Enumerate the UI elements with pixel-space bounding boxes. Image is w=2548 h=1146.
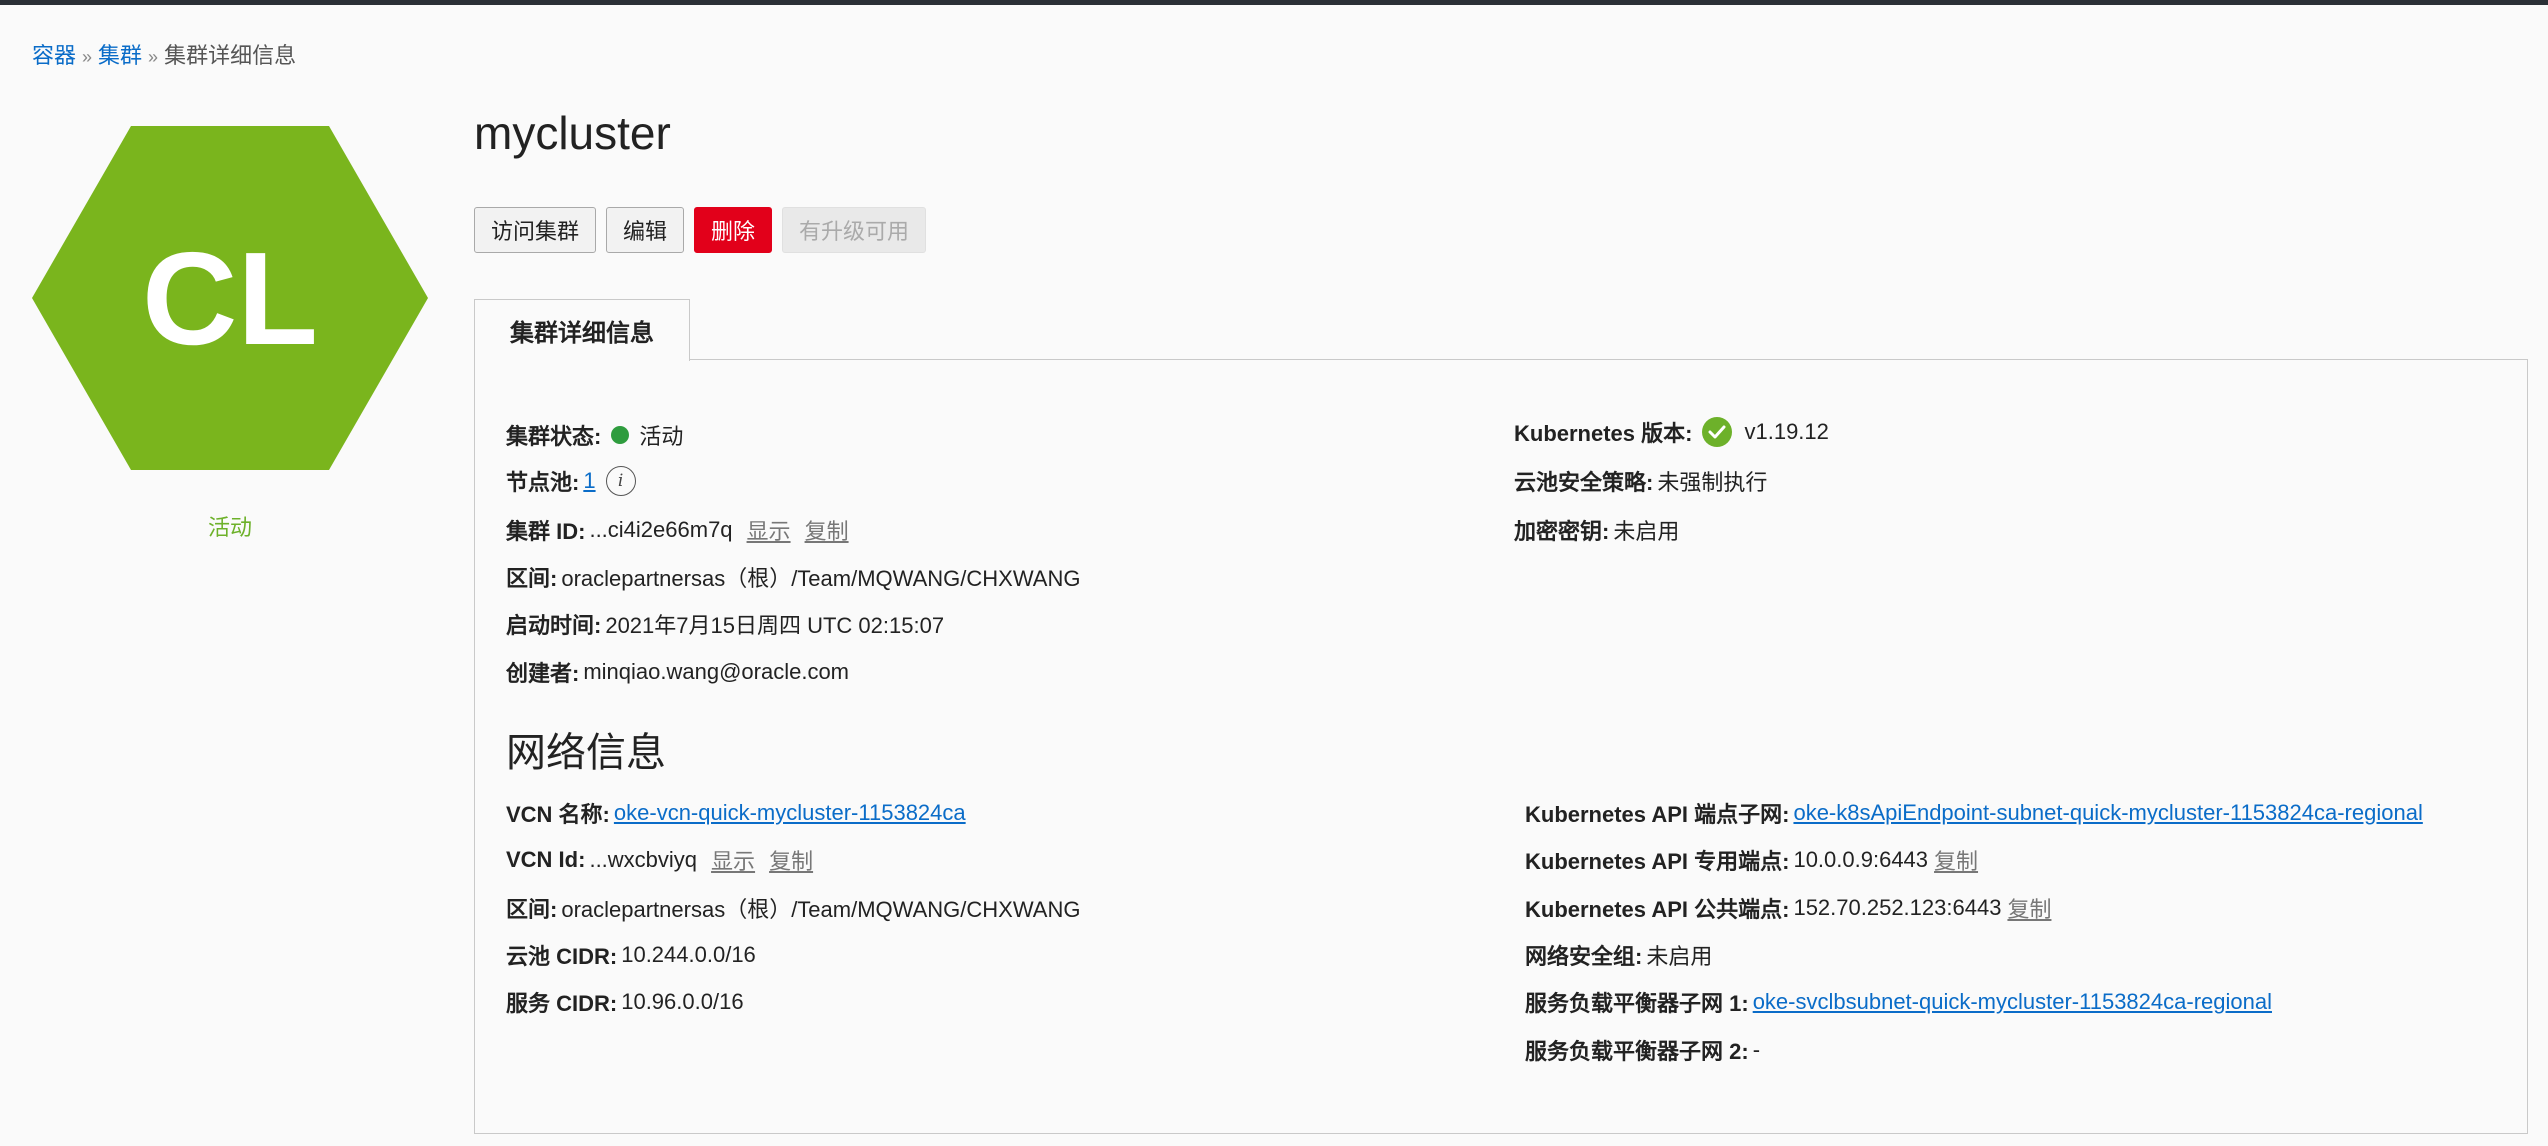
cluster-id-field: 集群 ID: ...ci4i2e66m7q 显示 复制 — [506, 514, 849, 546]
lb-subnet-2-field: 服务负载平衡器子网 2: - — [1525, 1034, 1760, 1066]
breadcrumb: 容器» 集群» 集群详细信息 — [32, 38, 296, 70]
field-value: ...wxcbviyq — [589, 847, 698, 872]
field-value: 2021年7月15日周四 UTC 02:15:07 — [605, 613, 945, 638]
top-bar — [0, 0, 2548, 5]
field-value: 未强制执行 — [1657, 470, 1768, 495]
field-label: 集群状态: — [506, 424, 602, 449]
breadcrumb-separator: » — [82, 47, 93, 67]
show-vcn-id-link[interactable]: 显示 — [711, 844, 755, 876]
upgrade-available-button: 有升级可用 — [782, 207, 927, 253]
field-value: v1.19.12 — [1744, 419, 1829, 444]
breadcrumb-current: 集群详细信息 — [164, 43, 297, 68]
field-label: 服务负载平衡器子网 2: — [1525, 1039, 1749, 1064]
field-label: 区间: — [506, 897, 558, 922]
field-label: 区间: — [506, 566, 558, 591]
field-label: 网络安全组: — [1525, 944, 1643, 969]
field-label: Kubernetes API 专用端点: — [1525, 849, 1790, 874]
field-value: minqiao.wang@oracle.com — [583, 659, 850, 684]
field-value: 10.0.0.9:6443 — [1793, 847, 1929, 872]
field-value: ...ci4i2e66m7q — [589, 517, 733, 542]
field-label: 创建者: — [506, 661, 580, 686]
field-label: 启动时间: — [506, 613, 602, 638]
creator-field: 创建者: minqiao.wang@oracle.com — [506, 656, 849, 688]
delete-button[interactable]: 删除 — [694, 207, 773, 253]
tab-cluster-details[interactable]: 集群详细信息 — [474, 299, 690, 361]
encryption-key-field: 加密密钥: 未启用 — [1514, 514, 1679, 546]
show-id-link[interactable]: 显示 — [747, 514, 791, 546]
page-title: mycluster — [474, 107, 671, 159]
field-value: 152.70.252.123:6443 — [1793, 895, 2002, 920]
field-label: 服务负载平衡器子网 1: — [1525, 991, 1749, 1016]
started-time-field: 启动时间: 2021年7月15日周四 UTC 02:15:07 — [506, 608, 944, 640]
pod-cidr-field: 云池 CIDR: 10.244.0.0/16 — [506, 939, 756, 971]
network-info-title: 网络信息 — [506, 731, 666, 775]
pod-security-policy-field: 云池安全策略: 未强制执行 — [1514, 465, 1767, 497]
field-value: oraclepartnersas（根）/Team/MQWANG/CHXWANG — [561, 566, 1081, 591]
field-value: 10.244.0.0/16 — [621, 942, 756, 967]
field-label: 云池安全策略: — [1514, 470, 1654, 495]
api-endpoint-subnet-field: Kubernetes API 端点子网: oke-k8sApiEndpoint-… — [1525, 797, 2423, 829]
access-cluster-button[interactable]: 访问集群 — [474, 207, 597, 253]
edit-button[interactable]: 编辑 — [606, 207, 685, 253]
copy-public-endpoint-link[interactable]: 复制 — [2007, 892, 2051, 924]
cluster-initials: CL — [142, 225, 318, 372]
badge-status-text: 活动 — [207, 515, 252, 540]
field-label: 加密密钥: — [1514, 519, 1610, 544]
copy-id-link[interactable]: 复制 — [805, 514, 849, 546]
network-compartment-field: 区间: oraclepartnersas（根）/Team/MQWANG/CHXW… — [506, 892, 1080, 924]
api-public-endpoint-field: Kubernetes API 公共端点: 152.70.252.123:6443… — [1525, 892, 2051, 924]
field-label: Kubernetes API 端点子网: — [1525, 802, 1790, 827]
node-pool-field: 节点池: 1 i — [506, 465, 636, 497]
field-label: 云池 CIDR: — [506, 944, 618, 969]
breadcrumb-containers-link[interactable]: 容器 — [32, 43, 76, 68]
field-value: 未启用 — [1613, 519, 1680, 544]
field-label: VCN Id: — [506, 847, 586, 872]
lb-subnet-1-link[interactable]: oke-svclbsubnet-quick-mycluster-1153824c… — [1753, 989, 2272, 1015]
breadcrumb-separator: » — [148, 47, 159, 67]
vcn-id-field: VCN Id: ...wxcbviyq 显示 复制 — [506, 844, 813, 876]
lb-subnet-1-field: 服务负载平衡器子网 1: oke-svclbsubnet-quick-myclu… — [1525, 986, 2272, 1018]
copy-vcn-id-link[interactable]: 复制 — [769, 844, 813, 876]
field-label: VCN 名称: — [506, 802, 610, 827]
compartment-field: 区间: oraclepartnersas（根）/Team/MQWANG/CHXW… — [506, 561, 1080, 593]
field-label: 集群 ID: — [506, 519, 586, 544]
field-value: 10.96.0.0/16 — [621, 989, 744, 1014]
node-pool-count-link[interactable]: 1 — [583, 468, 595, 494]
field-label: 节点池: — [506, 470, 580, 495]
field-label: 服务 CIDR: — [506, 991, 618, 1016]
field-label: Kubernetes 版本: — [1514, 421, 1693, 446]
info-icon[interactable]: i — [605, 466, 636, 496]
breadcrumb-clusters-link[interactable]: 集群 — [98, 43, 142, 68]
status-dot-icon — [611, 426, 630, 444]
field-value: - — [1752, 1037, 1761, 1062]
field-value: 活动 — [639, 424, 684, 449]
field-value: oraclepartnersas（根）/Team/MQWANG/CHXWANG — [561, 897, 1081, 922]
field-label: Kubernetes API 公共端点: — [1525, 897, 1790, 922]
kubernetes-version-field: Kubernetes 版本: v1.19.12 — [1514, 416, 1829, 448]
check-circle-icon — [1702, 417, 1733, 447]
service-cidr-field: 服务 CIDR: 10.96.0.0/16 — [506, 986, 744, 1018]
vcn-name-link[interactable]: oke-vcn-quick-mycluster-1153824ca — [614, 800, 966, 826]
api-endpoint-subnet-link[interactable]: oke-k8sApiEndpoint-subnet-quick-mycluste… — [1793, 800, 2422, 826]
action-bar: 访问集群 编辑 删除 有升级可用 — [474, 207, 927, 253]
copy-private-endpoint-link[interactable]: 复制 — [1934, 844, 1978, 876]
cluster-status-field: 集群状态: 活动 — [506, 419, 683, 451]
network-security-group-field: 网络安全组: 未启用 — [1525, 939, 1712, 971]
cluster-hexagon-badge: CL — [32, 126, 428, 470]
api-private-endpoint-field: Kubernetes API 专用端点: 10.0.0.9:6443 复制 — [1525, 844, 1978, 876]
field-value: 未启用 — [1646, 944, 1713, 969]
vcn-name-field: VCN 名称: oke-vcn-quick-mycluster-1153824c… — [506, 797, 966, 829]
